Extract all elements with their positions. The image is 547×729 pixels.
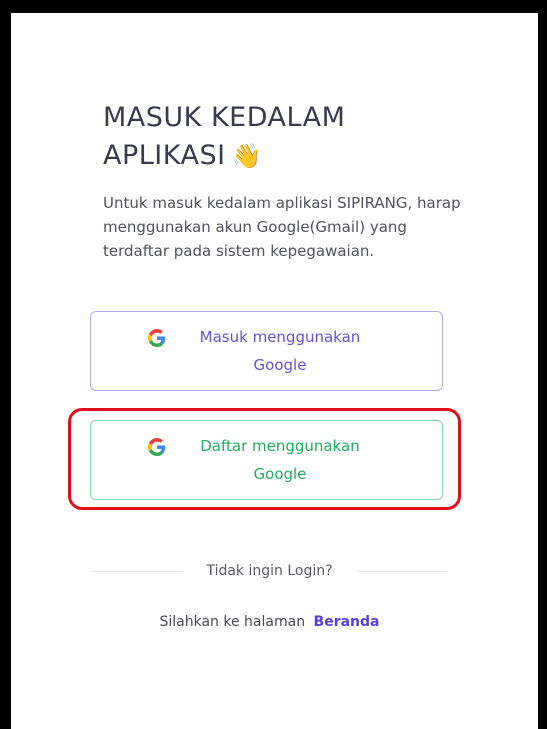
login-description: Untuk masuk kedalam aplikasi SIPIRANG, h… (103, 194, 461, 260)
google-icon (148, 329, 166, 347)
google-login-label: Masuk menggunakan Google (199, 328, 361, 374)
title-line-1: MASUK KEDALAM (103, 102, 346, 133)
login-divider: Tidak ingin Login? (92, 560, 448, 582)
google-login-button-content: Masuk menggunakan Google (148, 323, 385, 379)
divider-rule-left (92, 570, 183, 572)
title-line-2-row: APLIKASI 👋 (103, 137, 345, 175)
page-title: MASUK KEDALAM APLIKASI 👋 (103, 99, 345, 175)
google-register-button[interactable]: Daftar menggunakan Google (90, 420, 443, 500)
google-register-label: Daftar menggunakan Google (200, 437, 360, 483)
google-icon (148, 438, 166, 456)
footer-text: Silahkan ke halaman (159, 614, 306, 630)
divider-text: Tidak ingin Login? (206, 563, 333, 579)
google-register-button-content: Daftar menggunakan Google (148, 432, 385, 488)
title-line-2: APLIKASI (103, 140, 226, 171)
footer-message: Silahkan ke halaman Beranda (92, 614, 447, 630)
beranda-link[interactable]: Beranda (314, 614, 380, 630)
waving-hand-icon: 👋 (231, 142, 262, 170)
google-login-button[interactable]: Masuk menggunakan Google (90, 311, 443, 391)
divider-rule-right (356, 570, 448, 572)
